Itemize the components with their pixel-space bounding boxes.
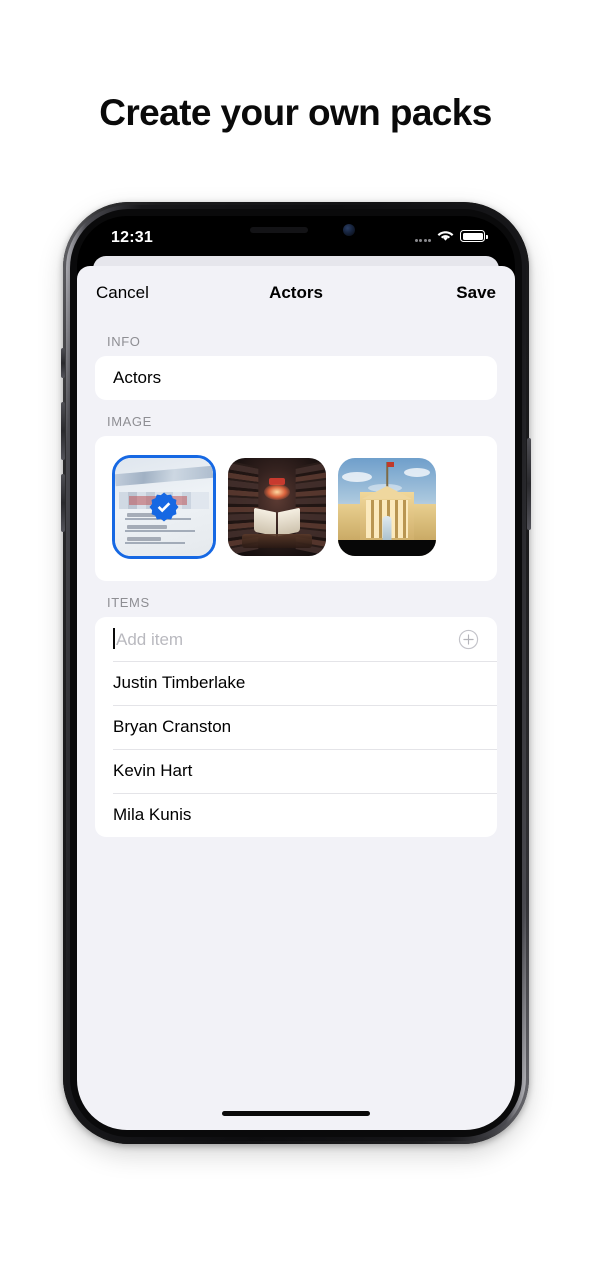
battery-full-icon	[460, 230, 488, 242]
status-bar-clock: 12:31	[111, 229, 153, 246]
image-section-header: IMAGE	[107, 414, 152, 429]
notch	[210, 216, 382, 244]
list-item-label: Bryan Cranston	[113, 717, 232, 736]
info-section-header: INFO	[107, 334, 141, 349]
pack-name-field[interactable]: Actors	[95, 356, 497, 400]
text-caret	[113, 628, 115, 649]
circle-plus-icon[interactable]	[458, 629, 479, 650]
page-title: Create your own packs	[99, 92, 492, 133]
items-section-header: ITEMS	[107, 595, 150, 610]
image-card	[95, 436, 497, 581]
list-item-label: Kevin Hart	[113, 761, 193, 780]
check-badge-icon	[149, 492, 179, 522]
white-house-thumbnail[interactable]	[338, 458, 436, 556]
silence-switch-button[interactable]	[61, 348, 65, 378]
list-item[interactable]: Bryan Cranston	[95, 705, 497, 749]
add-item-placeholder: Add item	[116, 630, 184, 649]
wifi-icon	[437, 231, 454, 241]
list-item[interactable]: Justin Timberlake	[95, 661, 497, 705]
list-item[interactable]: Mila Kunis	[95, 793, 497, 837]
edit-pack-sheet: Cancel Actors Save INFO Actors IMAGE ITE…	[77, 266, 515, 1130]
library-thumbnail-image	[228, 458, 326, 556]
library-thumbnail[interactable]	[228, 458, 326, 556]
navigation-bar: Cancel Actors Save	[77, 266, 515, 320]
add-item-row[interactable]: Add item	[95, 617, 497, 661]
phone-mockup: 12:31 Cancel Actors Save INFO Actors IMA…	[61, 202, 531, 1144]
white-house-artwork	[338, 458, 436, 556]
status-bar-indicators	[414, 230, 488, 242]
home-indicator[interactable]	[222, 1111, 370, 1116]
sheet-content: INFO Actors IMAGE ITEMS Add item Justin …	[77, 320, 515, 837]
clapperboard-thumbnail[interactable]	[112, 455, 216, 559]
white-house-thumbnail-image	[338, 458, 436, 556]
info-card: Actors	[95, 356, 497, 400]
screenshot-root: Create your own packs 12:31 Cancel Actor…	[0, 0, 591, 1280]
list-item-label: Justin Timberlake	[113, 673, 246, 692]
phone-screen: 12:31 Cancel Actors Save INFO Actors IMA…	[77, 216, 515, 1130]
volume-up-button[interactable]	[61, 402, 65, 460]
power-button[interactable]	[527, 438, 531, 530]
cancel-button[interactable]: Cancel	[96, 283, 149, 303]
earpiece-speaker-icon	[250, 227, 308, 233]
library-artwork	[228, 458, 326, 556]
pack-name-value: Actors	[113, 368, 162, 387]
list-item-label: Mila Kunis	[113, 805, 192, 824]
list-item[interactable]: Kevin Hart	[95, 749, 497, 793]
volume-down-button[interactable]	[61, 474, 65, 532]
items-card: Add item Justin Timberlake Bryan Cransto…	[95, 617, 497, 837]
front-camera-icon	[343, 224, 355, 236]
signal-dots-icon	[414, 231, 431, 242]
add-item-input[interactable]: Add item	[113, 628, 183, 650]
save-button[interactable]: Save	[456, 283, 496, 303]
